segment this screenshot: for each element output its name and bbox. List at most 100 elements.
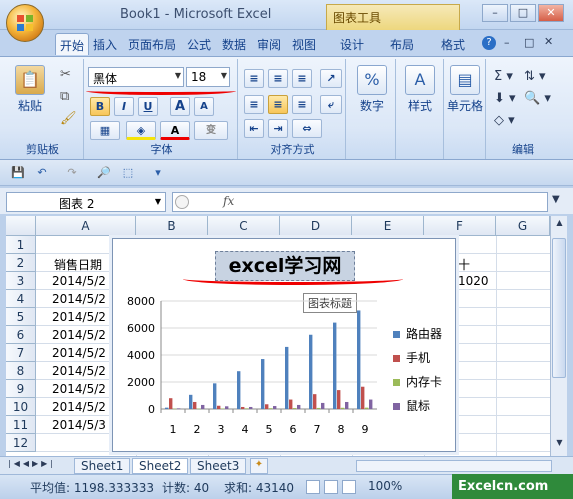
row-header[interactable]: 4 — [6, 290, 36, 308]
page-layout-view-icon[interactable] — [324, 480, 338, 494]
tab-view[interactable]: 视图 — [288, 33, 320, 55]
tab-page-layout[interactable]: 页面布局 — [124, 33, 180, 55]
phonetic-icon[interactable]: 变 — [194, 121, 228, 140]
row-header[interactable]: 8 — [6, 362, 36, 380]
column-header-c[interactable]: C — [208, 216, 280, 236]
row-header[interactable]: 9 — [6, 380, 36, 398]
select-all-corner[interactable] — [6, 216, 36, 236]
align-bottom-icon[interactable]: ≡ — [292, 69, 312, 88]
page-break-view-icon[interactable] — [342, 480, 356, 494]
align-left-icon[interactable]: ≡ — [244, 95, 264, 114]
bold-button[interactable]: B — [90, 97, 110, 116]
select-objects-icon[interactable]: ⬚ — [120, 165, 136, 181]
fill-color-icon[interactable]: ◈ — [126, 121, 156, 140]
restore-button[interactable]: □ — [510, 4, 536, 22]
normal-view-icon[interactable] — [306, 480, 320, 494]
zoom-level[interactable]: 100% — [368, 479, 402, 493]
sheet-tab-2[interactable]: Sheet2 — [132, 458, 189, 474]
increase-indent-icon[interactable]: ⇥ — [268, 119, 288, 138]
cell-a2[interactable]: 销售日期 — [54, 256, 102, 273]
legend-item-memory-card[interactable]: 内存卡 — [393, 373, 442, 390]
vertical-scrollbar[interactable]: ▲ ▼ — [550, 216, 567, 456]
scroll-down-icon[interactable]: ▼ — [553, 438, 566, 452]
row-header[interactable]: 12 — [6, 434, 36, 452]
align-center-icon[interactable]: ≡ — [268, 95, 288, 114]
tab-review[interactable]: 审阅 — [253, 33, 285, 55]
insert-function-icon[interactable]: fx — [223, 194, 234, 208]
font-name-combo[interactable]: 黑体 ▼ — [88, 67, 184, 87]
column-header-e[interactable]: E — [352, 216, 424, 236]
find-select-icon[interactable]: 🔍 ▾ — [524, 91, 551, 106]
copy-icon[interactable]: ⧉ — [60, 89, 69, 104]
sort-filter-icon[interactable]: ⇅ ▾ — [524, 69, 546, 84]
cell-a10[interactable]: 2014/5/2 — [52, 400, 106, 414]
align-top-icon[interactable]: ≡ — [244, 69, 264, 88]
format-painter-icon[interactable]: 🖌 — [60, 111, 77, 126]
redo-icon[interactable]: ↷ — [64, 165, 80, 181]
row-header[interactable]: 1 — [6, 236, 36, 254]
cell-a4[interactable]: 2014/5/2 — [52, 292, 106, 306]
legend-item-mouse[interactable]: 鼠标 — [393, 397, 430, 414]
tab-format[interactable]: 格式 — [437, 33, 469, 55]
ribbon-minimize-icon[interactable]: – — [504, 36, 510, 49]
scroll-thumb[interactable] — [552, 238, 566, 378]
wrap-text-icon[interactable]: ⤶ — [320, 95, 342, 114]
merge-center-icon[interactable]: ⇔ — [292, 119, 322, 138]
cell-f2[interactable]: 十 — [458, 256, 470, 273]
ribbon-restore-icon[interactable]: □ — [524, 36, 534, 49]
column-header-a[interactable]: A — [36, 216, 136, 236]
formula-bar-expand-icon[interactable]: ▼ — [552, 194, 560, 205]
clear-icon[interactable]: ◇ ▾ — [494, 113, 515, 128]
cells-button[interactable]: ▤ 单元格 — [443, 63, 487, 123]
name-box[interactable]: 图表 2 ▼ — [6, 192, 166, 212]
insert-sheet-icon[interactable]: ✦ — [250, 458, 268, 474]
sheet-nav-icons[interactable]: |◀◀▶▶| — [8, 459, 56, 468]
fill-icon[interactable]: ⬇ ▾ — [494, 91, 516, 106]
cut-icon[interactable]: ✂ — [60, 67, 71, 82]
shrink-font-button[interactable]: A — [194, 97, 214, 116]
cell-a5[interactable]: 2014/5/2 — [52, 310, 106, 324]
decrease-indent-icon[interactable]: ⇤ — [244, 119, 264, 138]
row-header[interactable]: 2 — [6, 254, 36, 272]
paste-button[interactable]: 📋 粘贴 — [8, 63, 52, 123]
cell-a11[interactable]: 2014/5/3 — [52, 418, 106, 432]
cell-a3[interactable]: 2014/5/2 — [52, 274, 106, 288]
align-middle-icon[interactable]: ≡ — [268, 69, 288, 88]
legend-item-router[interactable]: 路由器 — [393, 325, 442, 342]
tab-formulas[interactable]: 公式 — [183, 33, 215, 55]
orientation-icon[interactable]: ↗ — [320, 69, 342, 88]
cell-a7[interactable]: 2014/5/2 — [52, 346, 106, 360]
autosum-icon[interactable]: Σ ▾ — [494, 69, 513, 84]
column-header-d[interactable]: D — [280, 216, 352, 236]
underline-button[interactable]: U — [138, 97, 158, 116]
align-right-icon[interactable]: ≡ — [292, 95, 312, 114]
row-header[interactable]: 7 — [6, 344, 36, 362]
border-icon[interactable]: ▦ — [90, 121, 120, 140]
scroll-up-icon[interactable]: ▲ — [553, 218, 566, 232]
sheet-tab-1[interactable]: Sheet1 — [74, 458, 131, 474]
font-size-combo[interactable]: 18 ▼ — [186, 67, 230, 87]
legend-item-phone[interactable]: 手机 — [393, 349, 430, 366]
row-header[interactable]: 5 — [6, 308, 36, 326]
tab-home[interactable]: 开始 — [55, 33, 90, 55]
row-header[interactable]: 10 — [6, 398, 36, 416]
row-header[interactable]: 3 — [6, 272, 36, 290]
cell-f3[interactable]: 1020 — [458, 274, 489, 288]
tab-insert[interactable]: 插入 — [89, 33, 121, 55]
number-format-button[interactable]: % 数字 — [350, 63, 394, 123]
column-header-b[interactable]: B — [136, 216, 208, 236]
save-icon[interactable]: 💾 — [10, 165, 26, 181]
formula-expand-icon[interactable] — [175, 195, 189, 209]
cell-a8[interactable]: 2014/5/2 — [52, 364, 106, 378]
font-color-icon[interactable]: A — [160, 121, 190, 140]
horizontal-scrollbar[interactable] — [356, 460, 552, 472]
column-header-g[interactable]: G — [496, 216, 550, 236]
grow-font-button[interactable]: A — [170, 97, 190, 116]
tab-chart-layout[interactable]: 布局 — [386, 33, 418, 55]
office-button[interactable] — [6, 4, 44, 42]
column-header-f[interactable]: F — [424, 216, 496, 236]
customize-qat-icon[interactable]: ▾ — [150, 165, 166, 181]
style-button[interactable]: A 样式 — [398, 63, 442, 123]
close-button[interactable]: ✕ — [538, 4, 564, 22]
help-icon[interactable]: ? — [482, 36, 496, 50]
